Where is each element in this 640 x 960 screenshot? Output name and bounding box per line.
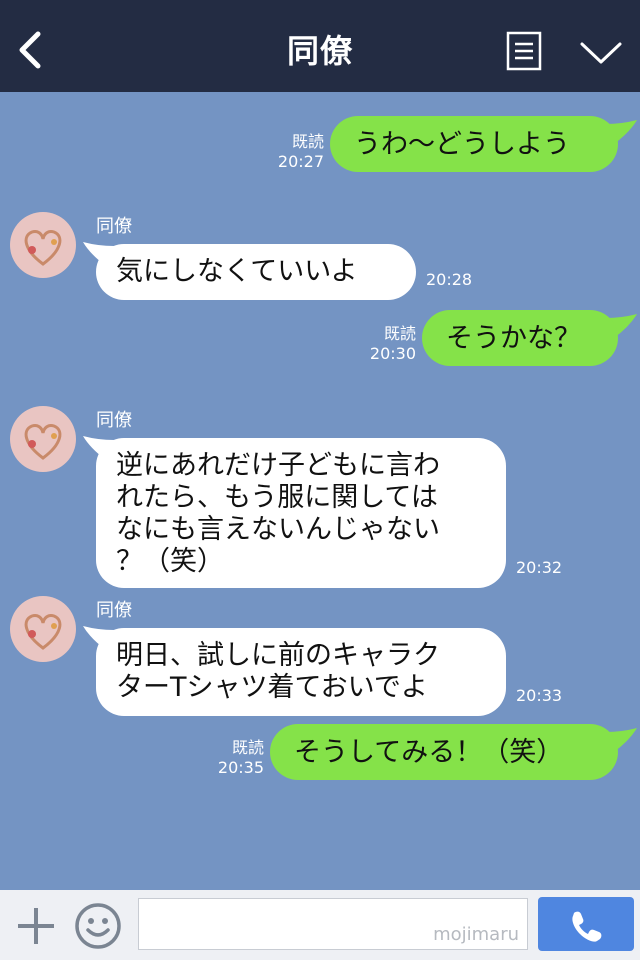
collapse-button[interactable] bbox=[578, 38, 624, 68]
message-text: うわ〜どうしよう bbox=[354, 129, 570, 160]
chat-header: 同僚 bbox=[0, 0, 640, 92]
read-receipt: 既読 bbox=[291, 132, 324, 151]
message-time: 20:30 bbox=[369, 344, 416, 363]
message-meta: 既読 20:35 bbox=[210, 738, 264, 778]
message-meta: 既読 20:30 bbox=[362, 324, 416, 364]
message-text-line: なにも言えないんじゃない bbox=[116, 514, 440, 545]
message-input[interactable]: mojimaru bbox=[138, 898, 528, 950]
message-meta: 既読 20:27 bbox=[270, 132, 324, 172]
avatar[interactable] bbox=[10, 596, 76, 662]
chat-title: 同僚 bbox=[286, 32, 353, 70]
message-time: 20:35 bbox=[217, 758, 264, 777]
message-time: 20:33 bbox=[516, 686, 563, 705]
chat-area[interactable]: 既読 20:27 うわ〜どうしよう 同僚 気にしなくていいよ 20:28 既読 … bbox=[0, 92, 640, 890]
call-button[interactable] bbox=[538, 897, 634, 951]
avatar[interactable] bbox=[10, 212, 76, 278]
message-text-line: 逆にあれだけ子どもに言わ bbox=[116, 450, 440, 481]
message-time: 20:28 bbox=[426, 270, 473, 289]
message-text-line: 明日、試しに前のキャラク bbox=[116, 640, 440, 671]
avatar[interactable] bbox=[10, 406, 76, 472]
read-receipt: 既読 bbox=[231, 738, 264, 757]
input-bar: mojimaru bbox=[0, 890, 640, 960]
heart-avatar-icon bbox=[24, 230, 62, 266]
message-time: 20:27 bbox=[277, 152, 324, 171]
message-text-line: ？（笑） bbox=[116, 546, 224, 577]
phone-icon bbox=[572, 911, 602, 942]
message-time: 20:32 bbox=[516, 558, 563, 577]
message-bubble-outgoing[interactable]: うわ〜どうしよう bbox=[330, 116, 618, 172]
watermark: mojimaru bbox=[433, 924, 519, 945]
menu-button[interactable] bbox=[506, 31, 542, 71]
read-receipt: 既読 bbox=[383, 324, 416, 343]
message-text: 気にしなくていいよ bbox=[116, 256, 358, 287]
message-text-line: れたら、もう服に関しては bbox=[116, 482, 438, 513]
message-text: そうしてみる！（笑） bbox=[294, 737, 564, 768]
sender-name: 同僚 bbox=[96, 216, 132, 237]
menu-icon bbox=[506, 31, 542, 71]
message-bubble-outgoing[interactable]: そうかな？ bbox=[422, 310, 618, 366]
message-bubble-incoming[interactable]: 気にしなくていいよ bbox=[96, 244, 416, 300]
smiley-icon bbox=[75, 903, 121, 949]
heart-avatar-icon bbox=[24, 424, 62, 460]
message-bubble-incoming[interactable]: 逆にあれだけ子どもに言わ れたら、もう服に関しては なにも言えないんじゃない ？… bbox=[96, 438, 506, 588]
message-bubble-incoming[interactable]: 明日、試しに前のキャラク ターTシャツ着ておいでよ bbox=[96, 628, 506, 716]
chevron-down-icon bbox=[580, 42, 622, 64]
heart-avatar-icon bbox=[24, 614, 62, 650]
emoji-button[interactable] bbox=[74, 902, 122, 950]
sender-name: 同僚 bbox=[96, 410, 132, 431]
plus-icon bbox=[18, 908, 54, 944]
message-bubble-outgoing[interactable]: そうしてみる！（笑） bbox=[270, 724, 618, 780]
sender-name: 同僚 bbox=[96, 600, 132, 621]
add-button[interactable] bbox=[14, 904, 58, 948]
message-text-line: ターTシャツ着ておいでよ bbox=[116, 672, 428, 703]
message-text: そうかな？ bbox=[446, 323, 581, 354]
